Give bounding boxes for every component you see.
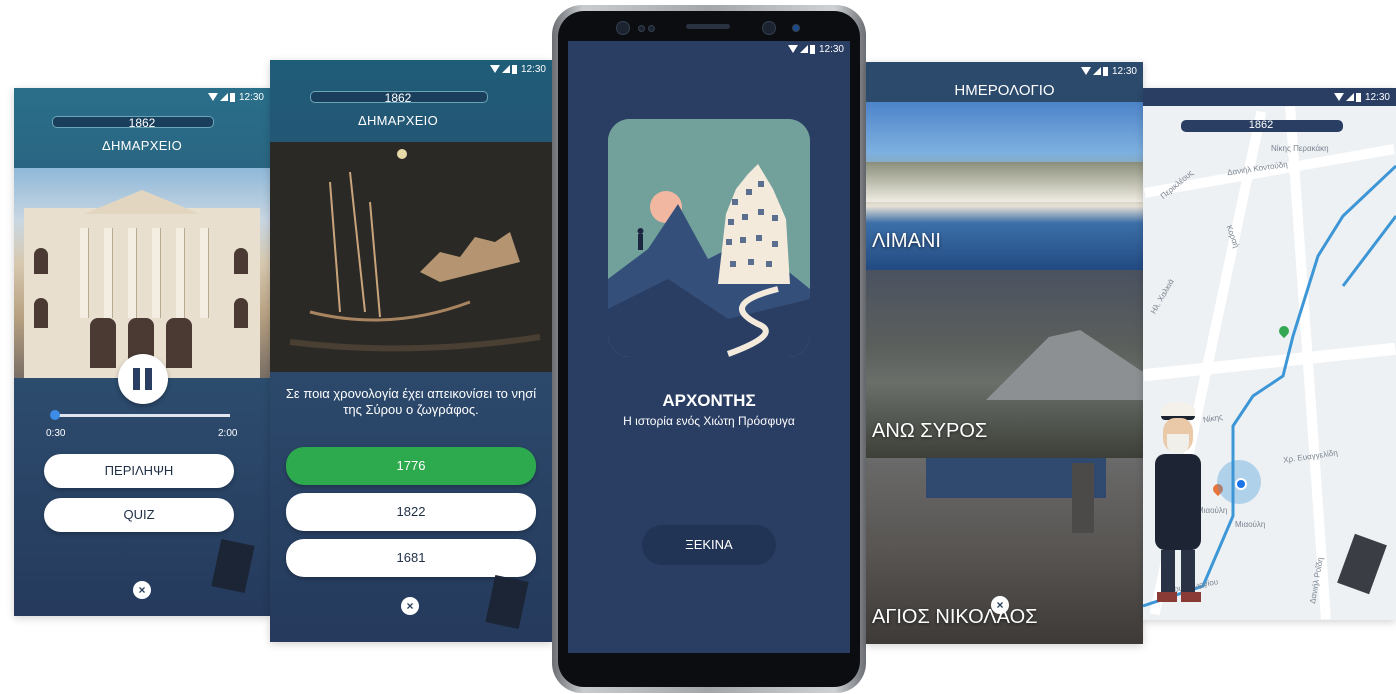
screen-title: ΗΜΕΡΟΛΟΓΙΟ <box>954 82 1055 99</box>
battery-icon <box>1102 66 1108 76</box>
battery-icon <box>1355 92 1361 102</box>
battery-icon <box>809 44 815 54</box>
place-title: ΔΗΜΑΡΧΕΙΟ <box>357 113 438 128</box>
quiz-question: Σε ποια χρονολογία έχει απεικονίσει το ν… <box>285 386 537 417</box>
clock: 12:30 <box>1111 65 1137 77</box>
diary-screen: 12:30 ΗΜΕΡΟΛΟΓΙΟ ΛΙΜΑΝΙ ΑΝΩ ΣΥΡΟΣ ΑΓΙΟΣ … <box>866 62 1143 644</box>
signal-icon <box>219 93 228 101</box>
clock: 12:30 <box>818 43 844 55</box>
app-logo <box>608 119 810 357</box>
speaker-grille <box>686 24 730 29</box>
book-icon <box>485 574 529 630</box>
captain-character <box>1151 402 1211 612</box>
painting-image <box>270 142 552 372</box>
app-title: ΑΡΧΟΝΤΗΣ <box>662 391 756 410</box>
close-button[interactable]: × <box>133 581 151 599</box>
year-label: 1862 <box>384 91 412 105</box>
answer-option-1[interactable]: 1776 <box>286 447 536 485</box>
battery-icon <box>229 92 235 102</box>
status-bar: 12:30 <box>270 60 552 78</box>
town-hall-photo <box>14 168 270 378</box>
audio-progress-track[interactable] <box>54 414 230 417</box>
pause-button[interactable] <box>118 354 168 404</box>
signal-icon <box>799 45 808 53</box>
tile-label: ΑΝΩ ΣΥΡΟΣ <box>872 420 988 442</box>
street-label: Νίκης Περακάκη <box>1271 144 1329 153</box>
quiz-button[interactable]: QUIZ <box>44 498 234 532</box>
summary-button[interactable]: ΠΕΡΙΛΗΨΗ <box>44 454 234 488</box>
status-bar: 12:30 <box>866 62 1143 80</box>
tile-ano-syros[interactable]: ΑΝΩ ΣΥΡΟΣ <box>866 270 1143 458</box>
clock: 12:30 <box>238 91 264 103</box>
start-button[interactable]: ΞΕΚΙΝΑ <box>642 525 776 565</box>
poi-label: Μιαούλη <box>1235 520 1266 529</box>
status-bar: 12:30 <box>1143 88 1396 106</box>
close-button[interactable]: × <box>991 596 1009 614</box>
elapsed-time: 0:30 <box>46 428 66 439</box>
close-button[interactable]: × <box>401 597 419 615</box>
status-bar: 12:30 <box>568 41 850 57</box>
signal-icon <box>501 65 510 73</box>
tile-port[interactable]: ΛΙΜΑΝΙ <box>866 102 1143 270</box>
status-bar: 12:30 <box>14 88 270 106</box>
front-camera <box>616 21 630 35</box>
wifi-icon <box>1080 67 1091 75</box>
battery-icon <box>511 64 517 74</box>
wifi-icon <box>489 65 500 73</box>
tile-label: ΛΙΜΑΝΙ <box>872 230 941 252</box>
tile-agios-nikolaos[interactable]: ΑΓΙΟΣ ΝΙΚΟΛΑΟΣ <box>866 458 1143 644</box>
wifi-icon <box>1333 93 1344 101</box>
signal-icon <box>1092 67 1101 75</box>
signal-icon <box>1345 93 1354 101</box>
phone-mockup: 12:30 ΑΡΧΟΝΤΗΣ Η ιστορία ενός Χιώτη Πρόσ… <box>552 5 866 693</box>
app-subtitle: Η ιστορία ενός Χιώτη Πρόσφυγα <box>623 414 795 428</box>
answer-option-2[interactable]: 1822 <box>286 493 536 531</box>
place-title: ΔΗΜΑΡΧΕΙΟ <box>101 138 182 153</box>
clock: 12:30 <box>520 63 546 75</box>
splash-screen: 12:30 ΑΡΧΟΝΤΗΣ Η ιστορία ενός Χιώτη Πρόσ… <box>568 41 850 653</box>
wifi-icon <box>207 93 218 101</box>
clock: 12:30 <box>1364 91 1390 103</box>
pause-icon <box>133 368 140 390</box>
map-view[interactable]: Νίκης Περακάκη Δανιήλ Κοντούδη Περικλέου… <box>1143 106 1396 620</box>
audio-guide-screen: 12:30 1862 ΔΗΜΑΡΧΕΙΟ 0:30 2:00 ΠΕΡΙΛΗΨΗ … <box>14 88 270 616</box>
map-screen: 12:30 Νίκης Περακάκη Δανιήλ Κοντούδη Περ… <box>1143 88 1396 620</box>
total-time: 2:00 <box>218 428 238 439</box>
answer-option-3[interactable]: 1681 <box>286 539 536 577</box>
year-label: 1862 <box>1248 119 1274 131</box>
year-label: 1862 <box>128 116 156 130</box>
tile-label: ΑΓΙΟΣ ΝΙΚΟΛΑΟΣ <box>872 606 1038 628</box>
book-icon <box>211 538 255 594</box>
audio-progress-thumb[interactable] <box>50 410 60 420</box>
quiz-screen: 12:30 1862 ΔΗΜΑΡΧΕΙΟ Σε ποια χρονολογία … <box>270 60 552 642</box>
wifi-icon <box>787 45 798 53</box>
